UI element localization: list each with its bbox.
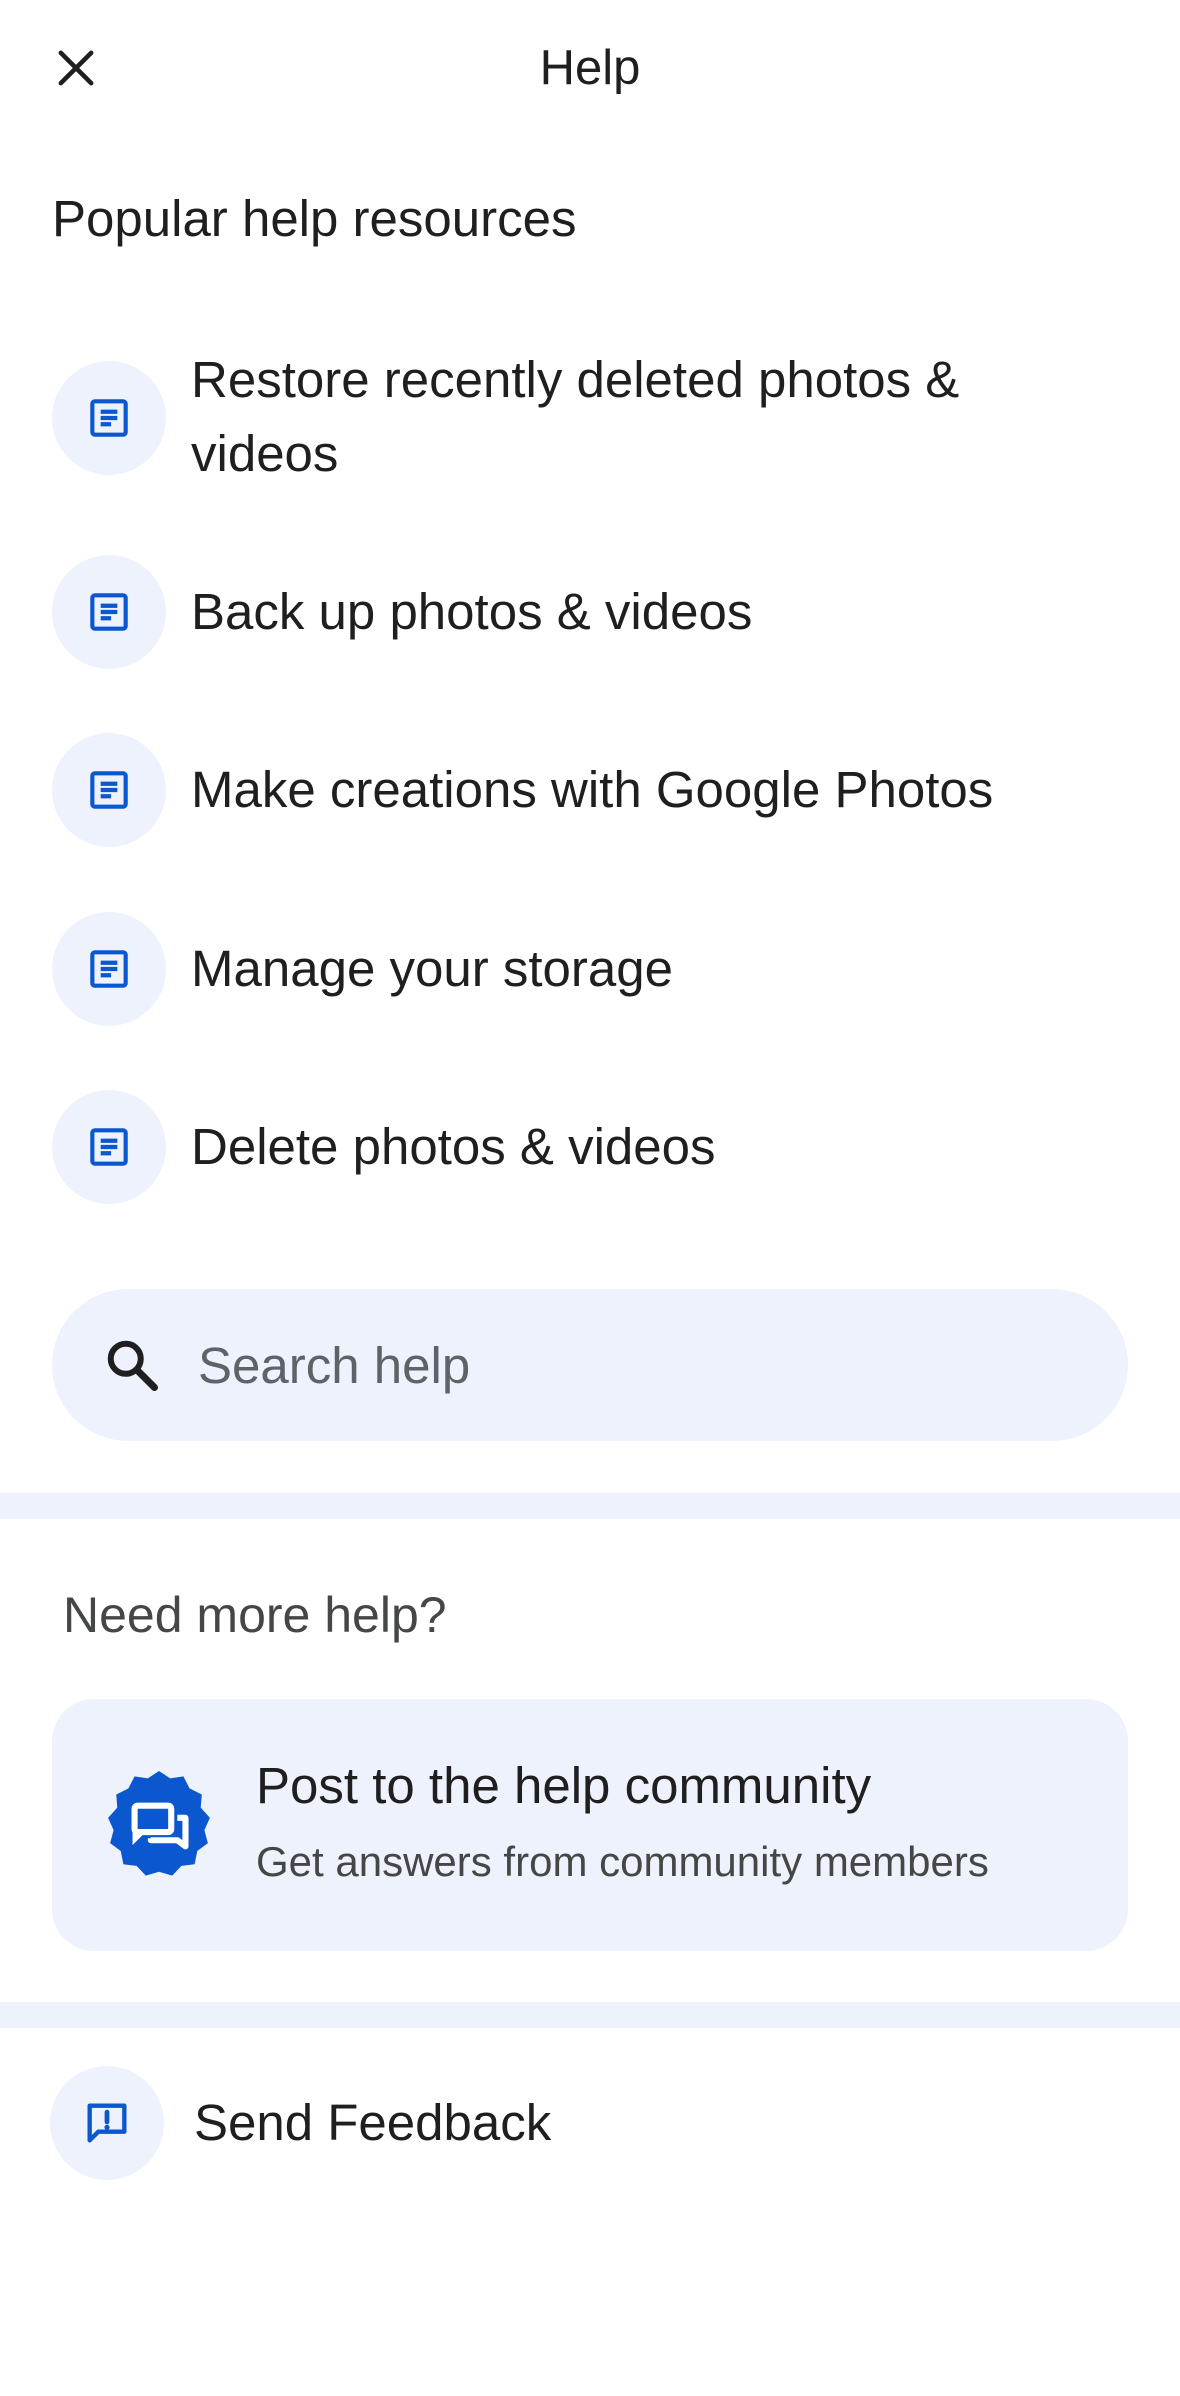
send-feedback-item[interactable]: Send Feedback: [0, 2064, 1180, 2182]
send-feedback-label: Send Feedback: [194, 2094, 552, 2151]
resource-item-restore[interactable]: Restore recently deleted photos & videos: [0, 351, 1180, 482]
resource-item-label: Restore recently deleted photos & videos: [191, 351, 960, 482]
article-icon: [52, 912, 166, 1026]
resource-item-label: Make creations with Google Photos: [191, 761, 994, 818]
resource-item-creations[interactable]: Make creations with Google Photos: [0, 732, 1180, 848]
article-icon: [52, 1090, 166, 1204]
resource-item-storage[interactable]: Manage your storage: [0, 911, 1180, 1027]
community-card-subtitle: Get answers from community members: [256, 1838, 989, 1885]
section-divider: [0, 2002, 1180, 2028]
page-title: Help: [539, 41, 641, 95]
feedback-icon: [50, 2066, 164, 2180]
popular-resources-heading: Popular help resources: [52, 190, 577, 247]
resource-item-backup[interactable]: Back up photos & videos: [0, 554, 1180, 670]
more-help-heading: Need more help?: [63, 1587, 447, 1643]
resource-item-label: Back up photos & videos: [191, 583, 753, 640]
article-icon: [52, 361, 166, 475]
resource-item-label: Manage your storage: [191, 940, 673, 997]
resource-item-delete[interactable]: Delete photos & videos: [0, 1089, 1180, 1205]
help-screen: Help Popular help resources Restore rece…: [0, 0, 1180, 2396]
search-icon: [107, 1340, 158, 1391]
post-to-community-card[interactable]: Post to the help community Get answers f…: [52, 1699, 1128, 1951]
search-help-bar[interactable]: [52, 1289, 1128, 1441]
article-icon: [52, 555, 166, 669]
community-card-title: Post to the help community: [256, 1757, 872, 1814]
resource-item-label: Delete photos & videos: [191, 1118, 716, 1175]
help-header: Help: [0, 0, 1180, 134]
section-divider: [0, 1493, 1180, 1519]
article-icon: [52, 733, 166, 847]
search-input[interactable]: [198, 1289, 1078, 1441]
community-forum-icon: [108, 1771, 210, 1876]
